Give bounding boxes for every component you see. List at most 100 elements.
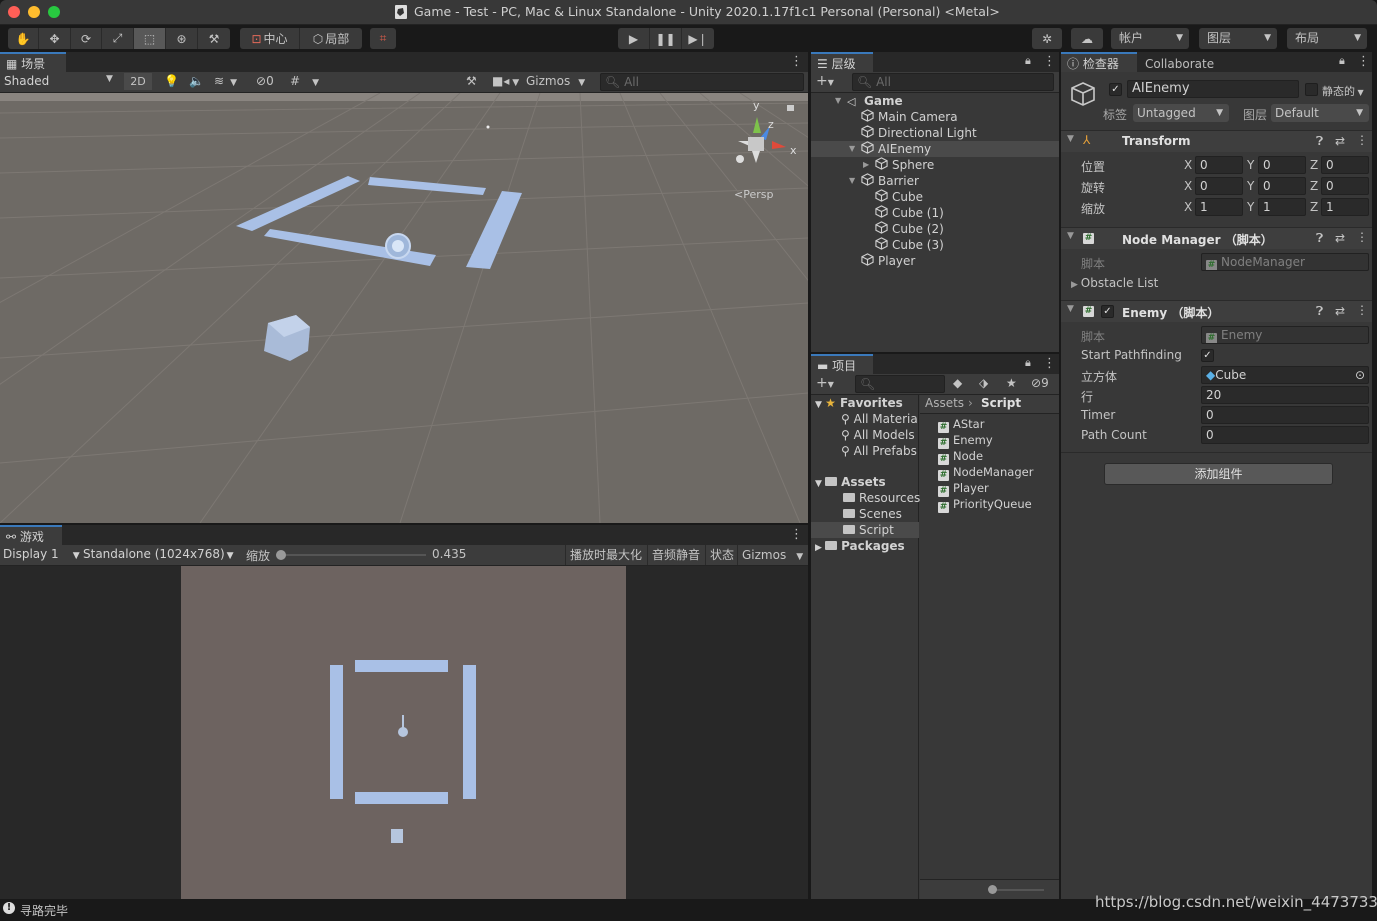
axis-x-label[interactable]: X <box>1184 179 1192 193</box>
services-button[interactable]: ✲ <box>1032 28 1062 49</box>
favorite-item[interactable]: ⚲ All Materia <box>811 411 919 427</box>
favorites-node[interactable]: ▼ ★ Favorites <box>811 395 918 411</box>
preset-icon[interactable]: ⇄ <box>1335 134 1345 148</box>
camera-dropdown[interactable]: ■◂ ▼ <box>492 74 519 88</box>
minimize-window-button[interactable] <box>28 6 40 18</box>
enemy-header[interactable]: ▼ # ✓ Enemy （脚本） ❓︎ ⇄ ⋮ <box>1061 300 1372 322</box>
transform-z-input[interactable]: 1 <box>1321 198 1369 216</box>
search-by-label-button[interactable]: ⬗ <box>979 376 988 390</box>
scene-viewport[interactable]: y z x <Persp <box>0 93 808 523</box>
breadcrumb-assets[interactable]: Assets <box>925 396 964 410</box>
asset-folder-item[interactable]: Resources <box>811 490 920 506</box>
hierarchy-search-input[interactable]: 🔍︎ All <box>852 73 1054 91</box>
script-file-item[interactable]: # Enemy <box>920 432 1059 449</box>
packages-node[interactable]: ▶ Packages <box>811 538 918 554</box>
script-file-item[interactable]: # AStar <box>920 416 1059 433</box>
scale-slider-knob[interactable] <box>276 550 286 560</box>
layer-dropdown[interactable]: Default ▼ <box>1271 104 1369 122</box>
assets-node[interactable]: ▼ Assets <box>811 474 918 490</box>
hierarchy-item[interactable]: Cube <box>811 189 1059 205</box>
asset-folder-item[interactable]: Script <box>811 522 919 538</box>
static-dropdown[interactable]: 静态的 ▼ <box>1322 83 1364 99</box>
collapse-arrow-icon[interactable]: ▶ <box>863 157 869 173</box>
grid-snap-button[interactable]: ⌗ <box>370 28 396 49</box>
hierarchy-menu-icon[interactable]: ⋮ <box>1043 54 1056 69</box>
lock-icon[interactable] <box>787 105 794 111</box>
scene-gizmos-dropdown[interactable]: Gizmos ▼ <box>526 74 585 88</box>
account-dropdown[interactable]: 帐户 ▼ <box>1111 28 1189 49</box>
axis-z-label[interactable]: Z <box>1310 200 1318 214</box>
transform-header[interactable]: ▼ ⅄ Transform ❓︎ ⇄ ⋮ <box>1061 130 1372 152</box>
move-tool-button[interactable]: ✥ <box>39 28 71 49</box>
node-manager-header[interactable]: ▼ # Node Manager （脚本） ❓︎ ⇄ ⋮ <box>1061 227 1372 249</box>
cube-object-field[interactable]: ◆Cube ⊙ <box>1201 366 1369 384</box>
tab-hierarchy[interactable]: ☰ 层级 <box>811 52 873 72</box>
audio-toggle[interactable]: 🔈 <box>189 74 204 88</box>
game-gizmos-button[interactable]: Gizmos ▼ <box>737 545 807 565</box>
close-window-button[interactable] <box>8 6 20 18</box>
persp-label[interactable]: <Persp <box>734 188 773 201</box>
hierarchy-item[interactable]: ▼ Barrier <box>811 173 1059 189</box>
pause-button[interactable]: ❚❚ <box>650 28 682 49</box>
help-icon[interactable]: ❓︎ <box>1316 134 1323 149</box>
enemy-enabled-checkbox[interactable]: ✓ <box>1101 305 1114 318</box>
toggle-2d-button[interactable]: 2D <box>124 73 152 90</box>
preset-icon[interactable]: ⇄ <box>1335 231 1345 245</box>
transform-x-input[interactable]: 0 <box>1195 177 1243 195</box>
expand-arrow-icon[interactable]: ▼ <box>835 93 841 109</box>
hierarchy-item[interactable]: Directional Light <box>811 125 1059 141</box>
transform-x-input[interactable]: 0 <box>1195 156 1243 174</box>
axis-z-label[interactable]: Z <box>1310 158 1318 172</box>
project-create-dropdown[interactable]: +▼ <box>816 375 834 391</box>
tab-inspector[interactable]: ⓘ 检查器 <box>1061 52 1137 72</box>
tab-game[interactable]: ⚯ 游戏 <box>0 525 62 545</box>
lock-icon[interactable]: 🔒︎ <box>1339 54 1345 68</box>
play-button[interactable]: ▶ <box>618 28 650 49</box>
axis-z-label[interactable]: Z <box>1310 179 1318 193</box>
tab-project[interactable]: ▬ 项目 <box>811 354 873 374</box>
obstacle-list-foldout[interactable]: ▶ Obstacle List <box>1071 276 1158 290</box>
favorite-item[interactable]: ⚲ All Models <box>811 427 919 443</box>
help-icon[interactable]: ❓︎ <box>1316 231 1323 246</box>
axis-y-label[interactable]: Y <box>1247 200 1254 214</box>
effects-toggle[interactable]: ≋ ▼ <box>214 74 237 88</box>
transform-x-input[interactable]: 1 <box>1195 198 1243 216</box>
scene-tools-button[interactable]: ⚒ <box>466 74 477 88</box>
game-menu-icon[interactable]: ⋮ <box>790 527 803 542</box>
icon-size-slider[interactable] <box>990 889 1044 891</box>
game-view[interactable] <box>181 566 626 899</box>
hierarchy-item[interactable]: Main Camera <box>811 109 1059 125</box>
component-menu-icon[interactable]: ⋮ <box>1356 303 1368 317</box>
object-picker-icon[interactable]: ⊙ <box>1355 367 1365 383</box>
rows-input[interactable]: 20 <box>1201 386 1369 404</box>
hierarchy-item[interactable]: Player <box>811 253 1059 269</box>
add-component-button[interactable]: 添加组件 <box>1104 463 1333 485</box>
hierarchy-item[interactable]: ▼ AIEnemy <box>811 141 1059 157</box>
custom-tool-button[interactable]: ⚒ <box>198 28 230 49</box>
nm-script-field[interactable]: # NodeManager <box>1201 253 1369 271</box>
rect-tool-button[interactable]: ⬚ <box>134 28 166 49</box>
mute-audio-button[interactable]: 音频静音 <box>647 545 704 565</box>
layout-dropdown[interactable]: 布局 ▼ <box>1287 28 1367 49</box>
hand-tool-button[interactable]: ✋ <box>8 28 39 49</box>
asset-folder-item[interactable]: Scenes <box>811 506 919 522</box>
expand-arrow-icon[interactable]: ▼ <box>849 141 855 157</box>
transform-y-input[interactable]: 0 <box>1258 177 1306 195</box>
hierarchy-item[interactable]: ▼ ◁ Game <box>811 93 1059 109</box>
stats-button[interactable]: 状态 <box>705 545 738 565</box>
transform-y-input[interactable]: 1 <box>1258 198 1306 216</box>
resolution-dropdown[interactable]: Standalone (1024x768) ▼ <box>83 547 234 561</box>
scale-slider[interactable] <box>276 550 426 560</box>
tab-scene[interactable]: ▦ 场景 <box>0 52 66 72</box>
preset-icon[interactable]: ⇄ <box>1335 304 1345 318</box>
space-local-button[interactable]: ⬡ 局部 <box>300 28 362 49</box>
favorite-button[interactable]: ★ <box>1006 376 1017 390</box>
timer-input[interactable]: 0 <box>1201 406 1369 424</box>
hierarchy-item[interactable]: Cube (1) <box>811 205 1059 221</box>
script-file-item[interactable]: # Node <box>920 448 1059 465</box>
transform-y-input[interactable]: 0 <box>1258 156 1306 174</box>
lighting-toggle[interactable]: 💡 <box>164 74 179 88</box>
object-name-field[interactable]: AIEnemy <box>1127 80 1299 98</box>
favorite-item[interactable]: ⚲ All Prefabs <box>811 443 919 459</box>
status-message[interactable]: 寻路完毕 <box>20 902 68 919</box>
